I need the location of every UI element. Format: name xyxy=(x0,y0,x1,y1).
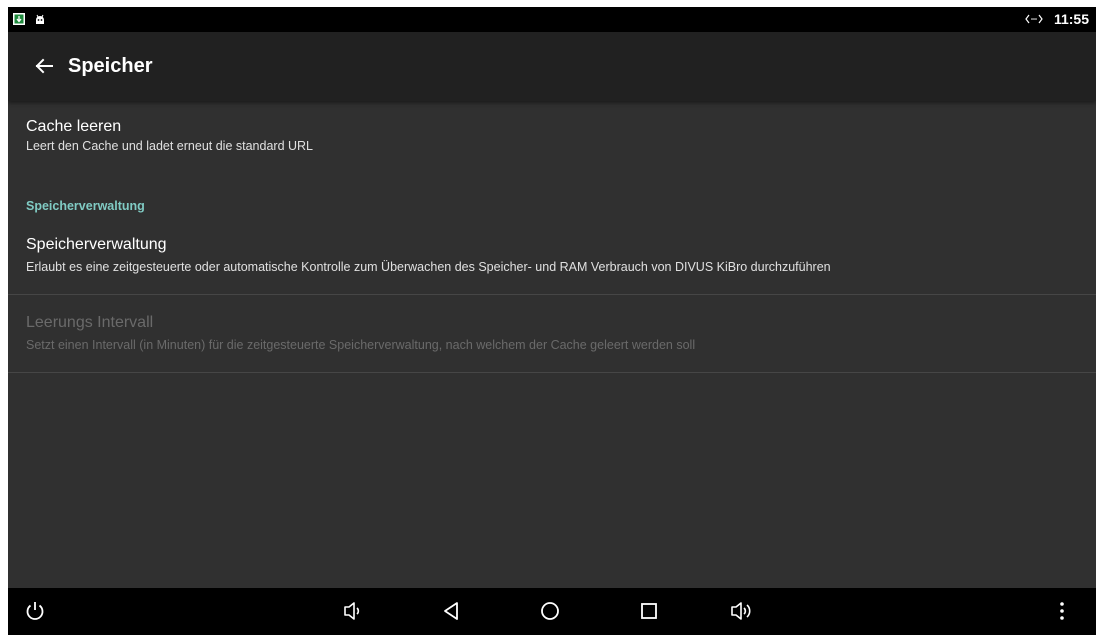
status-time: 11:55 xyxy=(1053,11,1089,27)
android-debug-icon xyxy=(36,14,44,24)
pref-summary: Erlaubt es eine zeitgesteuerte oder auto… xyxy=(26,260,831,274)
recents-square-icon[interactable] xyxy=(639,601,659,621)
home-circle-icon[interactable] xyxy=(539,600,561,622)
app-bar: Speicher xyxy=(8,32,1096,101)
page-title: Speicher xyxy=(68,55,153,77)
pref-speicherverwaltung[interactable]: Speicherverwaltung Erlaubt es eine zeitg… xyxy=(8,221,1096,294)
volume-up-icon[interactable] xyxy=(729,600,757,622)
pref-title: Cache leeren xyxy=(26,118,122,135)
pref-summary: Setzt einen Intervall (in Minuten) für d… xyxy=(26,338,696,352)
arrow-left-icon[interactable] xyxy=(30,52,58,80)
pref-title: Speicherverwaltung xyxy=(26,236,167,253)
category-header: Speicherverwaltung xyxy=(26,199,145,213)
pref-leerungs-intervall: Leerungs Intervall Setzt einen Intervall… xyxy=(8,295,1096,372)
pref-cache-leeren[interactable]: Cache leeren Leert den Cache und ladet e… xyxy=(8,101,1096,168)
back-triangle-icon[interactable] xyxy=(442,600,462,622)
download-notification-icon xyxy=(13,13,25,25)
sync-arrows-icon xyxy=(1025,14,1043,24)
navigation-bar xyxy=(8,588,1096,635)
pref-title: Leerungs Intervall xyxy=(26,314,154,331)
power-icon[interactable] xyxy=(24,600,46,622)
status-bar: 11:55 xyxy=(8,7,1096,32)
overflow-menu-icon[interactable] xyxy=(1056,600,1068,622)
pref-summary: Leert den Cache und ladet erneut die sta… xyxy=(26,139,313,153)
screen: 11:55 Speicher Cache leeren Leert den Ca… xyxy=(8,7,1096,635)
divider xyxy=(8,372,1096,373)
volume-down-icon[interactable] xyxy=(342,600,366,622)
